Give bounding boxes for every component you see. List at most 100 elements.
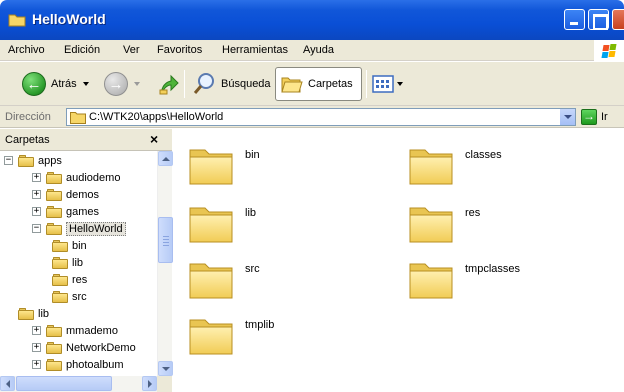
close-icon[interactable]: ×: [150, 131, 158, 147]
scrollbar-corner: [157, 376, 172, 392]
folder-icon: [52, 273, 68, 286]
address-label: Dirección: [5, 111, 51, 123]
address-input[interactable]: C:\WTK20\apps\HelloWorld: [66, 108, 576, 126]
address-dropdown-button[interactable]: [559, 109, 575, 125]
scroll-right-button[interactable]: [142, 376, 157, 391]
minimize-button[interactable]: [564, 9, 585, 30]
folder-icon: [52, 290, 68, 303]
folder-icon: [409, 263, 453, 299]
folder-icon: [46, 205, 62, 218]
folder-icon: [46, 324, 62, 337]
folder-icon: [409, 207, 453, 243]
horizontal-scroll-thumb[interactable]: [16, 376, 112, 391]
toolbar-separator: [366, 70, 367, 98]
tree-item[interactable]: − HelloWorld: [32, 220, 126, 237]
expand-icon[interactable]: +: [32, 190, 41, 199]
scroll-down-button[interactable]: [158, 361, 173, 376]
folder-item[interactable]: tmplib: [187, 311, 387, 359]
tree-item-label: HelloWorld: [66, 221, 126, 236]
horizontal-scrollbar[interactable]: [0, 376, 157, 392]
tree-item-label: photoalbum: [66, 358, 124, 371]
folder-item[interactable]: lib: [187, 199, 387, 247]
folder-item[interactable]: src: [187, 255, 387, 303]
menu-herramientas[interactable]: Herramientas: [222, 44, 288, 56]
tree-item[interactable]: + photoalbum: [32, 356, 124, 373]
views-grid-icon: [372, 75, 394, 93]
menu-favoritos[interactable]: Favoritos: [157, 44, 202, 56]
menu-ver[interactable]: Ver: [123, 44, 140, 56]
folder-item-label: classes: [465, 149, 502, 161]
tree-item[interactable]: + NetworkDemo: [32, 339, 136, 356]
chevron-down-icon[interactable]: [134, 82, 140, 86]
forward-arrow-icon: →: [104, 72, 128, 96]
expand-icon[interactable]: +: [32, 326, 41, 335]
expand-icon[interactable]: +: [32, 207, 41, 216]
go-arrow-icon[interactable]: →: [581, 109, 597, 125]
toolbar-separator: [184, 70, 185, 98]
tree-item[interactable]: src: [52, 288, 87, 305]
views-button[interactable]: [372, 68, 403, 100]
folders-pane: Carpetas × − apps + audiodemo + demos + games − H…: [0, 129, 173, 392]
tree-item-label: games: [66, 205, 100, 218]
folder-item-label: res: [465, 207, 481, 219]
folder-item[interactable]: bin: [187, 141, 387, 189]
title-bar[interactable]: HelloWorld: [0, 0, 624, 40]
go-button[interactable]: Ir: [601, 111, 608, 123]
address-path: C:\WTK20\apps\HelloWorld: [89, 111, 224, 123]
tree-item[interactable]: + mmademo: [32, 322, 118, 339]
expand-icon[interactable]: +: [32, 173, 41, 182]
menu-archivo[interactable]: Archivo: [8, 44, 45, 56]
tree-item-label: audiodemo: [66, 171, 121, 184]
tree-item-label: bin: [72, 239, 87, 252]
close-button[interactable]: [612, 9, 624, 30]
chevron-down-icon[interactable]: [397, 82, 403, 86]
folders-toggle-button[interactable]: Carpetas: [275, 67, 362, 101]
tree-item[interactable]: + demos: [32, 186, 99, 203]
window-title: HelloWorld: [32, 11, 106, 27]
expand-icon[interactable]: +: [32, 360, 41, 369]
tree-item[interactable]: lib: [18, 305, 49, 322]
folder-icon: [46, 188, 62, 201]
folder-icon: [18, 154, 34, 167]
scroll-left-button[interactable]: [0, 376, 15, 391]
scroll-up-button[interactable]: [158, 151, 173, 166]
folder-item-label: src: [245, 263, 260, 275]
tree-item[interactable]: + games: [32, 203, 99, 220]
scroll-thumb[interactable]: [158, 217, 173, 263]
up-folder-button[interactable]: [158, 68, 180, 100]
folder-item[interactable]: res: [407, 199, 607, 247]
folder-item[interactable]: classes: [407, 141, 607, 189]
folder-icon: [70, 112, 86, 124]
folders-pane-header: Carpetas ×: [0, 129, 172, 151]
search-icon: [193, 73, 214, 94]
menu-edicion[interactable]: Edición: [64, 44, 100, 56]
folder-icon: [46, 341, 62, 354]
folder-icon: [18, 307, 34, 320]
tree-item-label: demos: [66, 188, 100, 201]
back-button[interactable]: ← Atrás: [22, 68, 89, 100]
folder-item[interactable]: tmpclasses: [407, 255, 607, 303]
folder-icon: [189, 207, 233, 243]
expand-icon[interactable]: +: [32, 343, 41, 352]
folders-label: Carpetas: [308, 78, 353, 90]
collapse-icon[interactable]: −: [4, 156, 13, 165]
tree-item[interactable]: + audiodemo: [32, 169, 120, 186]
folder-icon: [189, 149, 233, 185]
maximize-button[interactable]: [588, 9, 609, 30]
tree-item[interactable]: − apps: [4, 152, 62, 169]
collapse-icon[interactable]: −: [32, 224, 41, 233]
search-button[interactable]: Búsqueda: [192, 68, 271, 100]
tree-item[interactable]: lib: [52, 254, 83, 271]
folder-icon: [52, 239, 68, 252]
folder-icon: [189, 319, 233, 355]
up-arrow-icon: [159, 74, 179, 95]
tree-item[interactable]: res: [52, 271, 87, 288]
folders-pane-title: Carpetas: [5, 134, 50, 146]
menu-ayuda[interactable]: Ayuda: [303, 44, 334, 56]
tree-item-label: res: [72, 273, 88, 286]
forward-button[interactable]: →: [104, 68, 140, 100]
tree-item[interactable]: bin: [52, 237, 87, 254]
tree-item-label: src: [72, 290, 87, 303]
chevron-down-icon[interactable]: [82, 82, 89, 86]
vertical-scrollbar[interactable]: [157, 151, 173, 376]
